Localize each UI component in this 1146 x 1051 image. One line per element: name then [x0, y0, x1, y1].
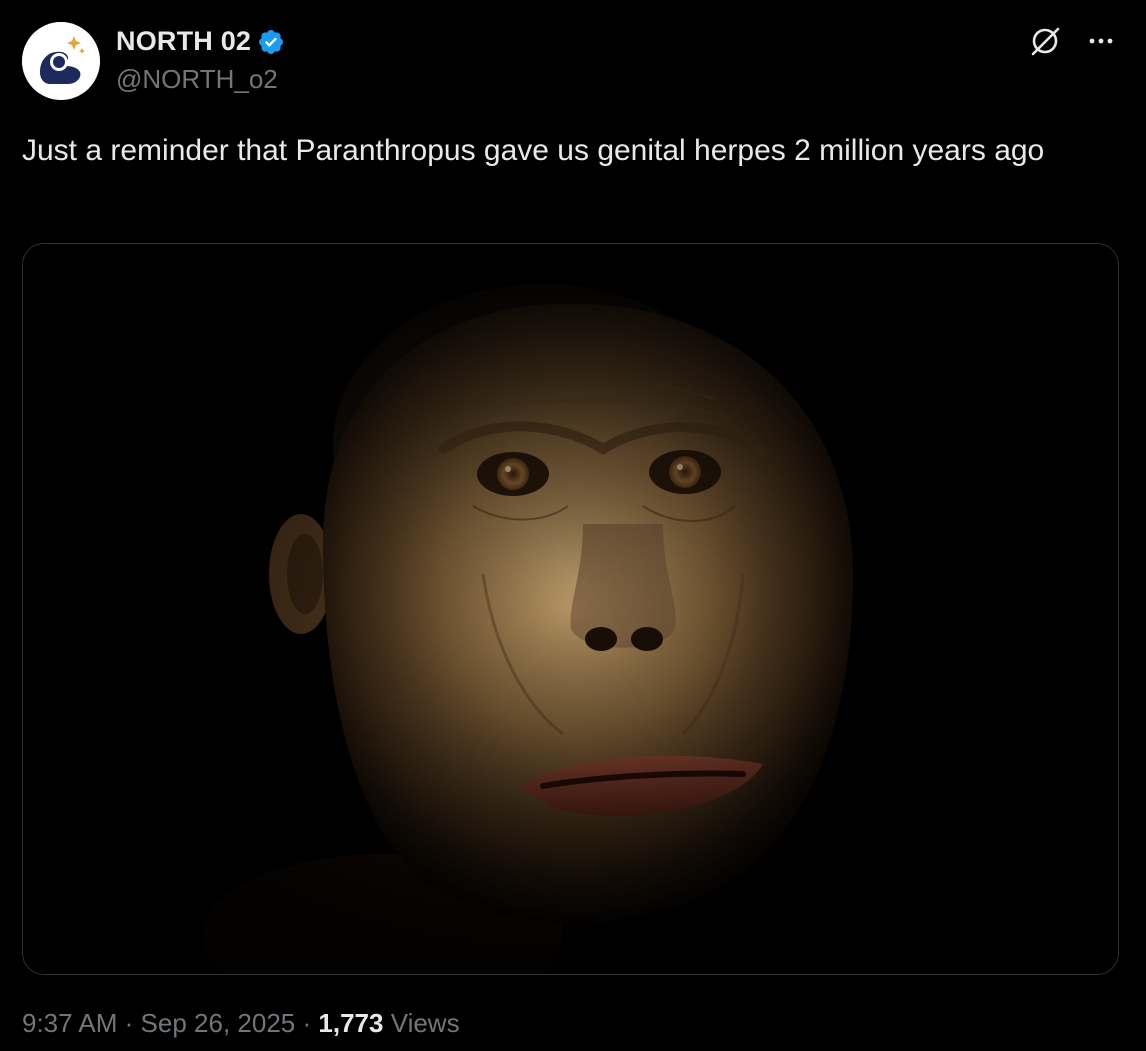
tweet-date[interactable]: Sep 26, 2025	[141, 1008, 296, 1038]
avatar[interactable]	[22, 22, 100, 100]
meta-separator: ·	[124, 1008, 134, 1038]
tweet-meta: 9:37 AM · Sep 26, 2025 · 1,773 Views	[22, 1008, 460, 1039]
more-horizontal-icon[interactable]	[1086, 26, 1116, 61]
verified-badge-icon[interactable]	[257, 28, 285, 56]
grok-icon[interactable]	[1028, 24, 1062, 63]
views-count: 1,773	[318, 1008, 384, 1038]
meta-separator-2: ·	[302, 1008, 312, 1038]
globe-hand-logo-icon	[22, 22, 100, 100]
views-label: Views	[390, 1008, 460, 1038]
display-name[interactable]: NORTH 02	[116, 26, 251, 57]
tweet-photo[interactable]	[22, 243, 1119, 975]
paranthropus-reconstruction-photo	[23, 244, 1118, 974]
tweet-text: Just a reminder that Paranthropus gave u…	[22, 134, 1045, 167]
tweet-time[interactable]: 9:37 AM	[22, 1008, 117, 1038]
author-handle[interactable]: @NORTH_o2	[116, 64, 278, 95]
